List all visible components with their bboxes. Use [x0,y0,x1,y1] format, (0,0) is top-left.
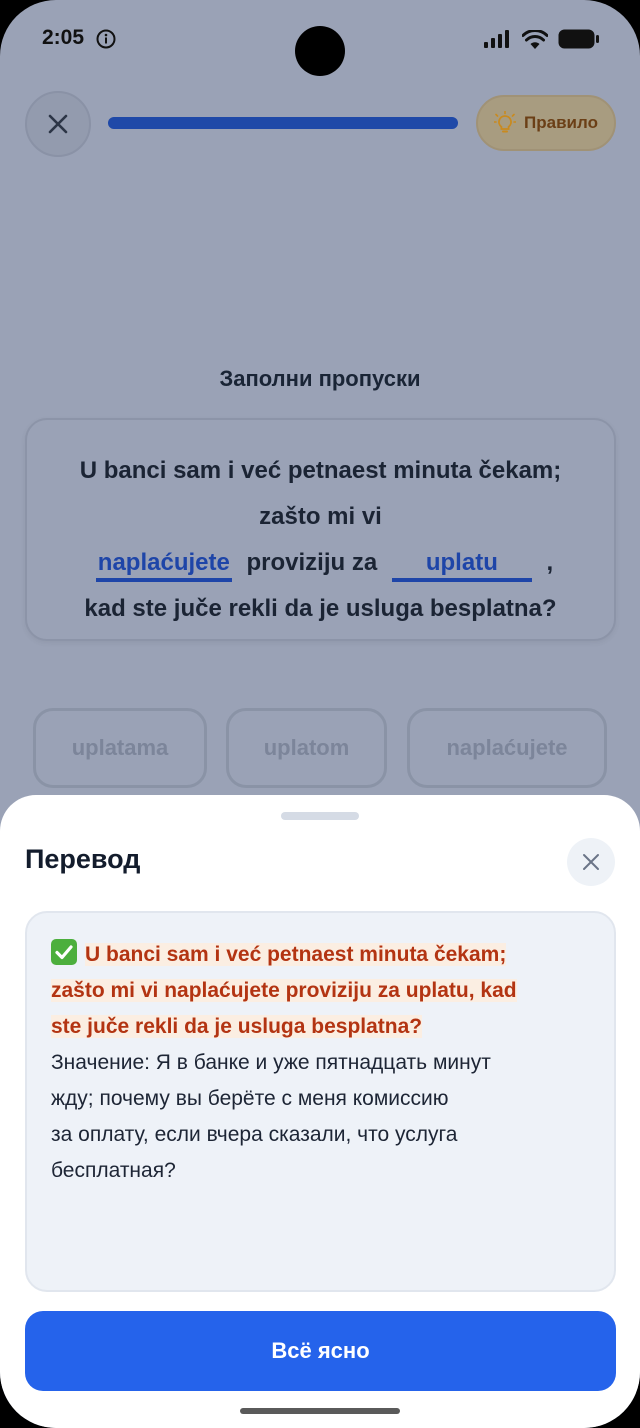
status-bar: 2:05 [0,0,640,80]
status-icons [484,29,600,49]
sentence-middle: proviziju za [246,549,378,576]
battery-icon [558,29,599,49]
original-line-3: ste juče rekli da je usluga besplatna? [51,1015,423,1038]
sheet-close-button[interactable] [567,838,615,886]
translation-meaning: Значение: Я в банке и уже пятнадцать мин… [51,1045,590,1189]
sentence-card: U banci sam i već petnaest minuta čekam;… [25,418,616,641]
lesson-progress-bar [108,117,458,129]
phone-screen: 2:05 Правило Заполни пропуски U banci sa… [0,0,640,1428]
sentence-line-3: naplaćujete proviziju za uplatu , [47,540,594,586]
original-line-2: zašto mi vi naplaćujete proviziju za upl… [51,979,517,1002]
translation-box: U banci sam i već petnaest minuta čekam;… [25,911,616,1292]
choice-button[interactable]: naplaćujete [407,708,607,788]
check-icon [51,939,77,965]
original-sentence: U banci sam i već petnaest minuta čekam;… [51,937,590,1045]
sheet-title: Перевод [25,844,141,874]
meaning-line-4: бесплатная? [51,1159,176,1182]
rule-button[interactable]: Правило [476,95,616,151]
info-icon [96,29,116,49]
sentence-line-2: zašto mi vi [259,503,382,530]
lightbulb-icon [494,111,517,133]
close-icon [48,114,68,134]
choice-button[interactable]: uplatom [226,708,387,788]
task-title: Заполни пропуски [219,366,421,391]
choice-button[interactable]: uplatama [33,708,207,788]
lesson-progress-fill [108,117,458,129]
close-lesson-button[interactable] [25,91,91,157]
sentence-line-1: U banci sam i već petnaest minuta čekam; [79,457,562,484]
camera-cutout [295,26,345,76]
blank-1[interactable]: naplaćujete [95,548,232,582]
sentence-line-4: kad ste juče rekli da je usluga besplatn… [84,595,557,622]
sentence-comma: , [546,549,554,576]
answer-choices: uplatama uplatom naplaćujete [33,708,607,788]
meaning-line-3: за оплату, если вчера сказали, что услуг… [51,1123,458,1146]
meaning-line-1: Значение: Я в банке и уже пятнадцать мин… [51,1051,491,1074]
got-it-button[interactable]: Всё ясно [25,1311,616,1391]
meaning-line-2: жду; почему вы берёте с меня комиссию [51,1087,449,1110]
home-indicator[interactable] [240,1408,400,1414]
rule-button-label: Правило [524,113,598,132]
signal-icon [484,30,509,48]
translation-sheet: Перевод U banci sam i već petnaest minut… [0,795,640,1428]
original-line-1: U banci sam i već petnaest minuta čekam; [85,943,507,966]
close-icon [583,854,599,870]
sheet-grabber[interactable] [281,812,359,820]
status-time: 2:05 [42,26,85,49]
blank-2[interactable]: uplatu [391,548,532,582]
wifi-icon [522,29,548,49]
